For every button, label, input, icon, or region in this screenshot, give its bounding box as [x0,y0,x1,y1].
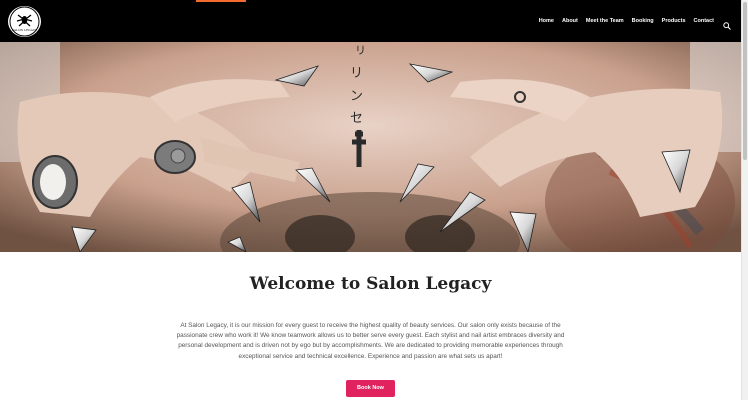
search-icon[interactable] [723,17,731,30]
page-scrollbar[interactable] [741,0,748,400]
svg-text:ン: ン [350,89,363,104]
nav-contact[interactable]: Contact [694,18,714,24]
nav-home[interactable]: Home [539,18,554,24]
svg-text:セ: セ [350,111,363,126]
nav-products[interactable]: Products [662,18,686,24]
hero-image: リ リ ン セ [0,42,741,252]
welcome-title: Welcome to Salon Legacy [249,274,492,294]
logo-text: SALON LEGACY [11,28,38,32]
nav-about[interactable]: About [562,18,578,24]
salon-logo[interactable]: SALON LEGACY [8,6,41,37]
svg-text:リ: リ [350,66,363,81]
nav-meet-the-team[interactable]: Meet the Team [586,18,624,24]
main-nav: Home About Meet the Team Booking Product… [531,0,731,42]
page: SALON LEGACY Home About Meet the Team Bo… [0,0,748,400]
active-accent-bar [196,0,246,2]
nav-booking[interactable]: Booking [632,18,654,24]
scrollbar-thumb[interactable] [743,2,747,160]
book-now-button[interactable]: Book Now [346,380,395,397]
site-header: SALON LEGACY Home About Meet the Team Bo… [0,0,741,42]
svg-text:リ: リ [355,44,366,57]
welcome-section: Welcome to Salon Legacy At Salon Legacy,… [0,252,741,400]
mission-text: At Salon Legacy, it is our mission for e… [176,322,565,360]
